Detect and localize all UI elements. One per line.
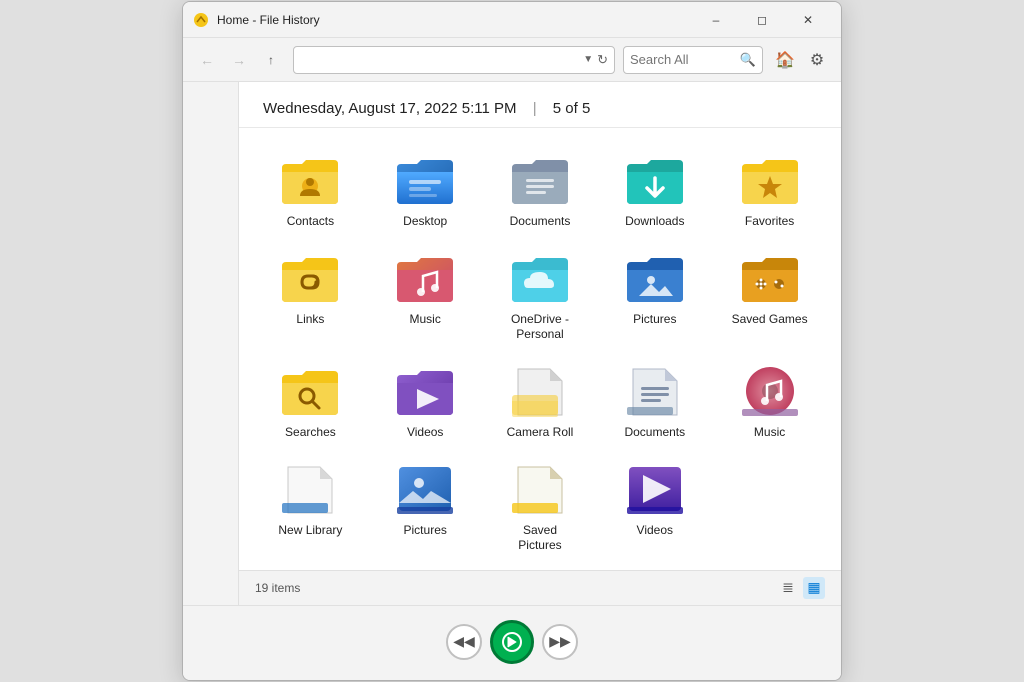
favorites-icon [738, 152, 802, 208]
address-bar[interactable]: Home ▼ ↻ [293, 46, 615, 74]
newlibrary-label: New Library [278, 523, 342, 539]
forward-button[interactable]: → [225, 46, 253, 74]
searches-icon [278, 363, 342, 419]
file-item-pictures-lib[interactable]: Pictures [370, 453, 481, 562]
cameraroll-icon [508, 363, 572, 419]
items-count: 19 items [255, 581, 300, 595]
file-item-documents-lib[interactable]: Documents [599, 355, 710, 449]
pictures-icon [623, 250, 687, 306]
window-title: Home - File History [217, 13, 693, 27]
downloads-icon [623, 152, 687, 208]
file-item-pictures[interactable]: Pictures [599, 242, 710, 351]
main-panel: Wednesday, August 17, 2022 5:11 PM | 5 o… [239, 82, 841, 605]
back-button[interactable]: ← [193, 46, 221, 74]
file-item-savedgames[interactable]: Saved Games [714, 242, 825, 351]
file-item-favorites[interactable]: Favorites [714, 144, 825, 238]
file-item-onedrive[interactable]: OneDrive - Personal [485, 242, 596, 351]
documents-lib-label: Documents [624, 425, 685, 441]
page-info: 5 of 5 [553, 100, 591, 117]
up-button[interactable]: ↑ [257, 46, 285, 74]
file-item-desktop[interactable]: Desktop [370, 144, 481, 238]
videos-lib-label: Videos [637, 523, 673, 539]
separator: | [533, 100, 537, 117]
videos-icon [393, 363, 457, 419]
file-item-newlibrary[interactable]: New Library [255, 453, 366, 562]
videos-label: Videos [407, 425, 443, 441]
contacts-label: Contacts [287, 214, 334, 230]
date-header: Wednesday, August 17, 2022 5:11 PM | 5 o… [239, 82, 841, 128]
savedpictures-icon [508, 461, 572, 517]
music-lib-icon [738, 363, 802, 419]
searches-label: Searches [285, 425, 336, 441]
statusbar: 19 items ≣ ▦ [239, 570, 841, 605]
file-item-music[interactable]: Music [370, 242, 481, 351]
settings-icon-button[interactable]: ⚙ [803, 46, 831, 74]
cameraroll-label: Camera Roll [507, 425, 574, 441]
maximize-button[interactable]: ◻ [739, 5, 785, 35]
file-item-documents[interactable]: Documents [485, 144, 596, 238]
savedpictures-label: Saved Pictures [500, 523, 580, 554]
contacts-icon [278, 152, 342, 208]
desktop-label: Desktop [403, 214, 447, 230]
view-controls: ≣ ▦ [777, 577, 825, 599]
content-area: Wednesday, August 17, 2022 5:11 PM | 5 o… [183, 82, 841, 605]
savedgames-icon [738, 250, 802, 306]
file-item-searches[interactable]: Searches [255, 355, 366, 449]
sidebar [183, 82, 239, 605]
documents-lib-icon [623, 363, 687, 419]
app-icon [193, 12, 209, 28]
savedgames-label: Saved Games [732, 312, 808, 328]
favorites-label: Favorites [745, 214, 794, 230]
files-grid: Contacts [239, 128, 841, 570]
grid-view-button[interactable]: ▦ [803, 577, 825, 599]
search-icon: 🔍 [740, 52, 756, 68]
pictures-label: Pictures [633, 312, 676, 328]
music-lib-label: Music [754, 425, 785, 441]
documents-icon [508, 152, 572, 208]
window-controls: – ◻ ✕ [693, 5, 831, 35]
address-chevron-icon[interactable]: ▼ [583, 54, 593, 65]
links-icon [278, 250, 342, 306]
music-label: Music [410, 312, 441, 328]
titlebar: Home - File History – ◻ ✕ [183, 2, 841, 38]
main-window: Home - File History – ◻ ✕ ← → ↑ Home ▼ ↻… [182, 1, 842, 681]
downloads-label: Downloads [625, 214, 684, 230]
file-item-cameraroll[interactable]: Camera Roll [485, 355, 596, 449]
first-button[interactable]: ◀◀ [446, 624, 482, 660]
newlibrary-icon [278, 461, 342, 517]
file-item-videos[interactable]: Videos [370, 355, 481, 449]
desktop-icon [393, 152, 457, 208]
close-button[interactable]: ✕ [785, 5, 831, 35]
music-icon [393, 250, 457, 306]
pictures-lib-label: Pictures [404, 523, 447, 539]
file-item-downloads[interactable]: Downloads [599, 144, 710, 238]
file-item-savedpictures[interactable]: Saved Pictures [485, 453, 596, 562]
minimize-button[interactable]: – [693, 5, 739, 35]
pictures-lib-icon [393, 461, 457, 517]
file-item-videos-lib[interactable]: Videos [599, 453, 710, 562]
toolbar: ← → ↑ Home ▼ ↻ 🔍 🏠 ⚙ [183, 38, 841, 82]
play-restore-button[interactable] [490, 620, 534, 664]
date-text: Wednesday, August 17, 2022 5:11 PM [263, 100, 517, 117]
home-icon-button[interactable]: 🏠 [771, 46, 799, 74]
last-button[interactable]: ▶▶ [542, 624, 578, 660]
toolbar-right-icons: 🏠 ⚙ [771, 46, 831, 74]
file-item-music-lib[interactable]: Music [714, 355, 825, 449]
refresh-icon[interactable]: ↻ [597, 52, 608, 68]
list-view-button[interactable]: ≣ [777, 577, 799, 599]
file-item-links[interactable]: Links [255, 242, 366, 351]
documents-label: Documents [510, 214, 571, 230]
search-input[interactable] [630, 52, 740, 67]
search-box[interactable]: 🔍 [623, 46, 763, 74]
file-item-contacts[interactable]: Contacts [255, 144, 366, 238]
address-input[interactable]: Home [300, 52, 583, 67]
onedrive-icon [508, 250, 572, 306]
nav-controls: ◀◀ ▶▶ [183, 605, 841, 680]
links-label: Links [296, 312, 324, 328]
onedrive-label: OneDrive - Personal [500, 312, 580, 343]
videos-lib-icon [623, 461, 687, 517]
